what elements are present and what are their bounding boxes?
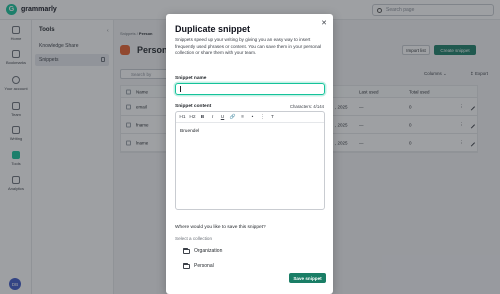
heading1-button[interactable]: H1 (179, 115, 186, 120)
collection-organization[interactable]: Organization (183, 247, 223, 254)
snippet-name-label: Snippet name (175, 76, 207, 81)
heading2-button[interactable]: H2 (189, 115, 196, 120)
dialog-description: Snippets speed up your writing by giving… (175, 37, 322, 55)
snippet-content-editor[interactable]: H1 H2 B I U 🔗 ≡ • ⋮ T Bruendel (175, 111, 325, 210)
duplicate-snippet-dialog: ✕ Duplicate snippet Snippets speed up yo… (166, 14, 333, 294)
link-icon[interactable]: 🔗 (229, 115, 236, 120)
text-caret (180, 86, 181, 92)
folder-icon (183, 247, 190, 254)
select-collection-label: Select a collection (175, 236, 213, 241)
editor-toolbar: H1 H2 B I U 🔗 ≡ • ⋮ T (176, 112, 324, 123)
save-location-question: Where would you like to save this snippe… (175, 225, 266, 230)
italic-button[interactable]: I (209, 115, 216, 120)
bold-button[interactable]: B (199, 115, 206, 120)
dialog-title: Duplicate snippet (175, 24, 251, 34)
collection-label: Organization (194, 248, 223, 254)
numbered-list-icon[interactable]: ⋮ (259, 115, 266, 120)
character-count: Characters: 4/144 (289, 104, 324, 109)
collection-label: Personal (194, 263, 214, 269)
save-snippet-button[interactable]: Save snippet (289, 273, 326, 283)
folder-icon (183, 262, 190, 269)
snippet-content-label: Snippet content (175, 104, 212, 109)
align-icon[interactable]: ≡ (239, 115, 246, 120)
snippet-name-input[interactable] (175, 83, 325, 95)
snippet-content-text[interactable]: Bruendel (180, 129, 199, 134)
clear-format-icon[interactable]: T (269, 115, 276, 120)
bullet-list-icon[interactable]: • (249, 115, 256, 120)
close-icon[interactable]: ✕ (321, 19, 327, 27)
underline-button[interactable]: U (219, 115, 226, 120)
collection-personal[interactable]: Personal (183, 262, 214, 269)
